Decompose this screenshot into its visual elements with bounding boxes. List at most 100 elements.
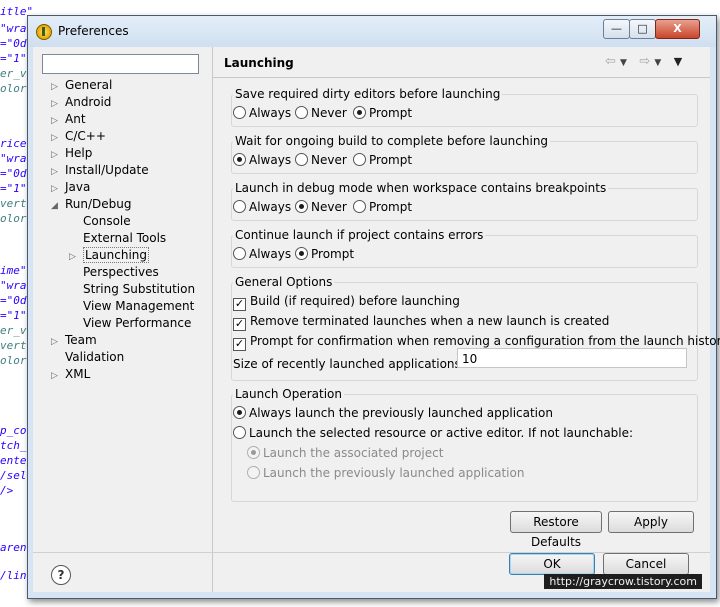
radio-label: Never xyxy=(311,200,347,214)
background-code-line: olor xyxy=(0,82,27,95)
tree-item-launching[interactable]: ▷ Launching xyxy=(69,247,150,264)
checkbox-label: Prompt for confirmation when removing a … xyxy=(250,334,720,348)
radio-indicator xyxy=(353,153,366,166)
debug-mode-always-radio[interactable]: Always xyxy=(233,199,291,215)
tree-item-view-performance[interactable]: View Performance xyxy=(69,315,191,332)
continue-errors-prompt-radio[interactable]: Prompt xyxy=(295,246,354,262)
tree-item-label: External Tools xyxy=(83,231,167,245)
debug-mode-prompt-radio[interactable]: Prompt xyxy=(353,199,412,215)
forward-dropdown-icon[interactable]: ▼ xyxy=(654,58,661,68)
radio-indicator xyxy=(233,200,246,213)
restore-defaults-button[interactable]: Restore Defaults xyxy=(510,511,602,549)
tree-item-label: C/C++ xyxy=(65,129,106,143)
background-code-line: rice xyxy=(0,137,27,150)
build-before-launch-checkbox[interactable]: ✓ Build (if required) before launching xyxy=(233,293,460,311)
wait-build-never-radio[interactable]: Never xyxy=(295,152,347,168)
group-legend: Launch Operation xyxy=(235,387,342,401)
checkmark-icon: ✓ xyxy=(233,337,246,351)
tree-item-general[interactable]: ▷ General xyxy=(51,77,112,94)
cancel-button[interactable]: Cancel xyxy=(603,553,689,575)
group-legend: Save required dirty editors before launc… xyxy=(235,87,501,101)
preferences-dialog: Preferences — □ X ▷ General ▷ Android ▷ Ant ▷ C… xyxy=(27,15,720,599)
tree-item-external-tools[interactable]: External Tools xyxy=(69,230,166,247)
back-dropdown-icon[interactable]: ▼ xyxy=(620,58,627,68)
background-code-line: olor xyxy=(0,354,27,367)
radio-label: Launch the selected resource or active e… xyxy=(249,426,634,440)
background-code-line: olor xyxy=(0,212,27,225)
tree-item-run-debug[interactable]: ◢ Run/Debug xyxy=(51,196,132,213)
save-dirty-never-radio[interactable]: Never xyxy=(295,105,347,121)
radio-label: Prompt xyxy=(369,106,413,120)
continue-errors-always-radio[interactable]: Always xyxy=(233,246,291,262)
maximize-button[interactable]: □ xyxy=(629,19,656,39)
radio-indicator xyxy=(295,153,308,166)
expand-arrow-icon[interactable]: ◢ xyxy=(51,198,65,215)
tree-item-validation[interactable]: Validation xyxy=(51,349,124,366)
background-code-line: vert xyxy=(0,197,27,210)
wait-build-always-radio[interactable]: Always xyxy=(233,152,291,168)
save-dirty-always-radio[interactable]: Always xyxy=(233,105,291,121)
ok-button[interactable]: OK xyxy=(509,553,595,575)
help-icon[interactable]: ? xyxy=(51,565,71,585)
filter-input[interactable] xyxy=(42,54,199,74)
tree-item-ant[interactable]: ▷ Ant xyxy=(51,111,86,128)
tree-item-label: Java xyxy=(65,180,91,194)
background-code-line: /lin xyxy=(0,569,27,582)
window-title: Preferences xyxy=(58,24,129,38)
radio-label: Launch the associated project xyxy=(263,446,444,460)
launch-previous-radio[interactable]: Always launch the previously launched ap… xyxy=(233,405,553,421)
tree-item-help[interactable]: ▷ Help xyxy=(51,145,92,162)
wait-build-prompt-radio[interactable]: Prompt xyxy=(353,152,412,168)
background-code-line: ="0d xyxy=(0,294,27,307)
radio-indicator xyxy=(233,153,246,166)
tree-item-label: General xyxy=(65,78,113,92)
radio-label: Always xyxy=(249,247,292,261)
tree-item-view-management[interactable]: View Management xyxy=(69,298,194,315)
background-code-line: ="1" xyxy=(0,309,27,322)
forward-arrow-icon[interactable]: ⇨ xyxy=(639,54,650,69)
expand-arrow-icon[interactable]: ▷ xyxy=(51,368,65,385)
view-menu-icon[interactable]: ▼ xyxy=(674,55,682,68)
launch-associated-project-radio[interactable]: Launch the associated project xyxy=(247,445,443,461)
apply-button[interactable]: Apply xyxy=(608,511,694,533)
tree-item-team[interactable]: ▷ Team xyxy=(51,332,97,349)
prompt-remove-config-checkbox[interactable]: ✓ Prompt for confirmation when removing a… xyxy=(233,333,720,351)
radio-indicator xyxy=(247,466,260,479)
launching-page: Launching ⇦ ▼ ⇨ ▼ ▼ Save required dirty … xyxy=(213,47,720,592)
tree-item-label: Android xyxy=(65,95,112,109)
radio-label: Always xyxy=(249,106,292,120)
radio-indicator xyxy=(353,200,366,213)
launch-previously-launched-radio[interactable]: Launch the previously launched applicati… xyxy=(247,465,524,481)
radio-label: Never xyxy=(311,153,347,167)
radio-label: Always xyxy=(249,200,292,214)
checkbox-label: Remove terminated launches when a new la… xyxy=(250,314,610,328)
tree-item-string-substitution[interactable]: String Substitution xyxy=(69,281,195,298)
radio-label: Always xyxy=(249,153,292,167)
tree-item-c-c[interactable]: ▷ C/C++ xyxy=(51,128,106,145)
tree-item-android[interactable]: ▷ Android xyxy=(51,94,111,111)
tree-item-install-update[interactable]: ▷ Install/Update xyxy=(51,162,149,179)
minimize-button[interactable]: — xyxy=(603,19,630,39)
tree-item-console[interactable]: Console xyxy=(69,213,131,230)
history-size-input[interactable]: 10 xyxy=(457,348,687,368)
background-code-line: ime" xyxy=(0,264,27,277)
close-button[interactable]: X xyxy=(655,19,700,39)
radio-indicator xyxy=(295,106,308,119)
background-code-line: tch_ xyxy=(0,439,27,452)
background-code-line: p_co xyxy=(0,424,27,437)
remove-terminated-checkbox[interactable]: ✓ Remove terminated launches when a new l… xyxy=(233,313,610,331)
background-code-line: "wra xyxy=(0,279,27,292)
save-dirty-prompt-radio[interactable]: Prompt xyxy=(353,105,412,121)
radio-label: Never xyxy=(311,106,347,120)
radio-indicator xyxy=(295,200,308,213)
back-arrow-icon[interactable]: ⇦ xyxy=(605,54,616,69)
tree-item-java[interactable]: ▷ Java xyxy=(51,179,90,196)
tree-item-label: Install/Update xyxy=(65,163,149,177)
tree-item-xml[interactable]: ▷ XML xyxy=(51,366,90,383)
launch-selected-resource-radio[interactable]: Launch the selected resource or active e… xyxy=(233,425,633,441)
title-bar[interactable]: Preferences — □ X xyxy=(28,16,716,47)
debug-mode-never-radio[interactable]: Never xyxy=(295,199,347,215)
tree-item-label: Help xyxy=(65,146,93,160)
tree-item-label: Run/Debug xyxy=(65,197,132,211)
tree-item-perspectives[interactable]: Perspectives xyxy=(69,264,159,281)
